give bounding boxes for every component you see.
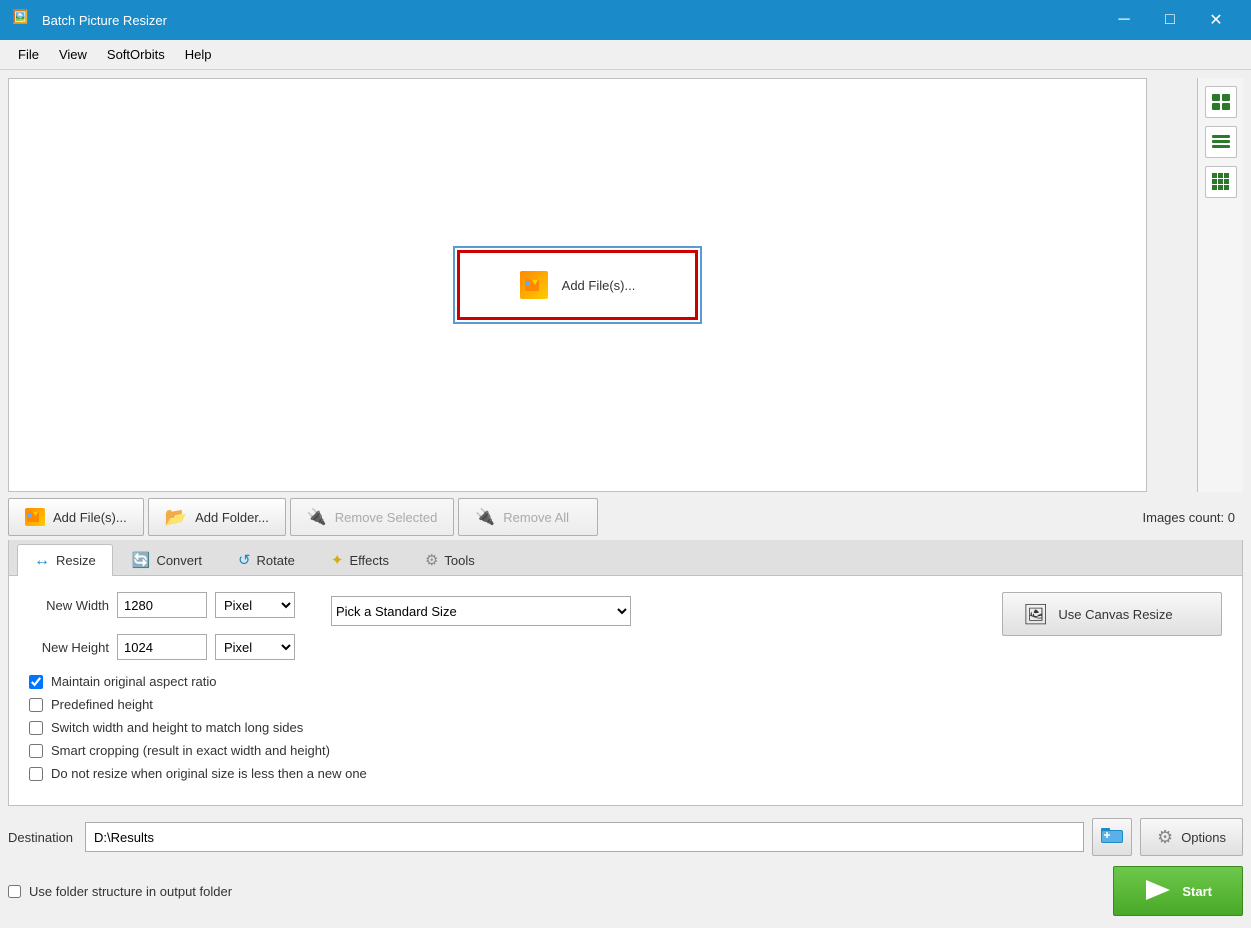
- use-folder-structure-checkbox[interactable]: [8, 885, 21, 898]
- list-view-button[interactable]: [1205, 126, 1237, 158]
- add-folder-button[interactable]: 📂 Add Folder...: [148, 498, 286, 536]
- add-folder-icon: 📂: [165, 507, 187, 528]
- destination-input[interactable]: [85, 822, 1084, 852]
- width-unit-select[interactable]: Pixel Percent Inch Cm: [215, 592, 295, 618]
- rotate-tab-label: Rotate: [257, 553, 295, 568]
- menu-help[interactable]: Help: [175, 43, 222, 66]
- remove-all-button[interactable]: 🔌 Remove All: [458, 498, 598, 536]
- minimize-button[interactable]: ─: [1101, 0, 1147, 40]
- tabs-panel: ↔ Resize 🔄 Convert ↺ Rotate ✦ Effects ⚙ …: [8, 540, 1243, 806]
- smart-cropping-label[interactable]: Smart cropping (result in exact width an…: [51, 743, 330, 758]
- canvas-resize-icon: 🖼: [1023, 602, 1048, 627]
- remove-selected-label: Remove Selected: [335, 510, 438, 525]
- resize-tab-label: Resize: [56, 553, 96, 568]
- tab-tools[interactable]: ⚙ Tools: [408, 544, 492, 575]
- menu-bar: File View SoftOrbits Help: [0, 40, 1251, 70]
- do-not-resize-checkbox[interactable]: [29, 767, 43, 781]
- close-button[interactable]: ✕: [1193, 0, 1239, 40]
- main-content: Add File(s)...: [0, 70, 1251, 928]
- maintain-aspect-ratio-checkbox[interactable]: [29, 675, 43, 689]
- tabs-row: ↔ Resize 🔄 Convert ↺ Rotate ✦ Effects ⚙ …: [9, 540, 1242, 576]
- new-height-label: New Height: [29, 640, 109, 655]
- add-files-icon: [25, 508, 45, 526]
- start-label: Start: [1182, 884, 1212, 899]
- resize-tab-icon: ↔: [34, 552, 50, 570]
- switch-width-height-row: Switch width and height to match long si…: [29, 720, 1222, 735]
- add-files-center-icon: [520, 271, 548, 299]
- new-width-label: New Width: [29, 598, 109, 613]
- thumbnail-view-button[interactable]: [1205, 86, 1237, 118]
- smart-cropping-row: Smart cropping (result in exact width an…: [29, 743, 1222, 758]
- maintain-aspect-ratio-label[interactable]: Maintain original aspect ratio: [51, 674, 216, 689]
- add-files-label: Add File(s)...: [53, 510, 127, 525]
- remove-selected-icon: 🔌: [307, 507, 327, 527]
- remove-all-label: Remove All: [503, 510, 569, 525]
- tab-effects[interactable]: ✦ Effects: [314, 544, 406, 575]
- add-files-center-label: Add File(s)...: [562, 278, 636, 293]
- new-height-input[interactable]: [117, 634, 207, 660]
- window-controls: ─ □ ✕: [1101, 0, 1239, 40]
- add-folder-label: Add Folder...: [195, 510, 269, 525]
- predefined-height-label[interactable]: Predefined height: [51, 697, 153, 712]
- do-not-resize-row: Do not resize when original size is less…: [29, 766, 1222, 781]
- remove-selected-button[interactable]: 🔌 Remove Selected: [290, 498, 455, 536]
- maximize-button[interactable]: □: [1147, 0, 1193, 40]
- rotate-tab-icon: ↺: [238, 551, 251, 569]
- add-files-button[interactable]: Add File(s)...: [8, 498, 144, 536]
- new-width-input[interactable]: [117, 592, 207, 618]
- effects-tab-label: Effects: [349, 553, 389, 568]
- grid-view-button[interactable]: [1205, 166, 1237, 198]
- predefined-height-checkbox[interactable]: [29, 698, 43, 712]
- folder-browse-button[interactable]: [1092, 818, 1132, 856]
- canvas-resize-button[interactable]: 🖼 Use Canvas Resize: [1002, 592, 1222, 636]
- add-files-center-button[interactable]: Add File(s)...: [457, 250, 699, 320]
- remove-all-icon: 🔌: [475, 507, 495, 527]
- start-button[interactable]: Start: [1113, 866, 1243, 916]
- tab-rotate[interactable]: ↺ Rotate: [221, 544, 312, 575]
- options-icon: ⚙: [1157, 827, 1173, 848]
- menu-softorbits[interactable]: SoftOrbits: [97, 43, 175, 66]
- destination-label: Destination: [8, 830, 73, 845]
- menu-view[interactable]: View: [49, 43, 97, 66]
- file-list-wrapper: Add File(s)...: [8, 78, 1243, 492]
- maintain-aspect-ratio-row: Maintain original aspect ratio: [29, 674, 1222, 689]
- tab-resize[interactable]: ↔ Resize: [17, 544, 113, 576]
- title-bar: 🖼️ Batch Picture Resizer ─ □ ✕: [0, 0, 1251, 40]
- switch-width-height-checkbox[interactable]: [29, 721, 43, 735]
- bottom-area: Destination ⚙ Options: [8, 812, 1243, 862]
- height-unit-select[interactable]: Pixel Percent Inch Cm: [215, 634, 295, 660]
- effects-tab-icon: ✦: [331, 551, 344, 569]
- predefined-height-row: Predefined height: [29, 697, 1222, 712]
- options-label: Options: [1181, 830, 1226, 845]
- use-folder-structure-label[interactable]: Use folder structure in output folder: [29, 884, 232, 899]
- switch-width-height-label[interactable]: Switch width and height to match long si…: [51, 720, 303, 735]
- start-icon: [1144, 878, 1172, 905]
- do-not-resize-label[interactable]: Do not resize when original size is less…: [51, 766, 367, 781]
- folder-browse-icon: [1100, 825, 1124, 850]
- app-title: Batch Picture Resizer: [42, 13, 1101, 28]
- tools-tab-icon: ⚙: [425, 551, 438, 569]
- convert-tab-icon: 🔄: [132, 551, 151, 569]
- file-list-area: Add File(s)...: [8, 78, 1147, 492]
- tab-convert[interactable]: 🔄 Convert: [115, 544, 219, 575]
- tab-content-resize: New Width Pixel Percent Inch Cm New Heig…: [9, 576, 1242, 805]
- app-icon: 🖼️: [12, 9, 34, 31]
- new-width-row: New Width Pixel Percent Inch Cm: [29, 592, 295, 618]
- toolbar: Add File(s)... 📂 Add Folder... 🔌 Remove …: [8, 498, 1243, 540]
- options-button[interactable]: ⚙ Options: [1140, 818, 1243, 856]
- canvas-resize-label: Use Canvas Resize: [1058, 607, 1172, 622]
- smart-cropping-checkbox[interactable]: [29, 744, 43, 758]
- view-sidebar: [1197, 78, 1243, 492]
- tools-tab-label: Tools: [444, 553, 474, 568]
- bottom-row2: Use folder structure in output folder St…: [8, 862, 1243, 920]
- new-height-row: New Height Pixel Percent Inch Cm: [29, 634, 295, 660]
- menu-file[interactable]: File: [8, 43, 49, 66]
- convert-tab-label: Convert: [156, 553, 202, 568]
- standard-size-select[interactable]: Pick a Standard Size 800x600 1024x768 12…: [331, 596, 631, 626]
- images-count: Images count: 0: [1143, 510, 1244, 525]
